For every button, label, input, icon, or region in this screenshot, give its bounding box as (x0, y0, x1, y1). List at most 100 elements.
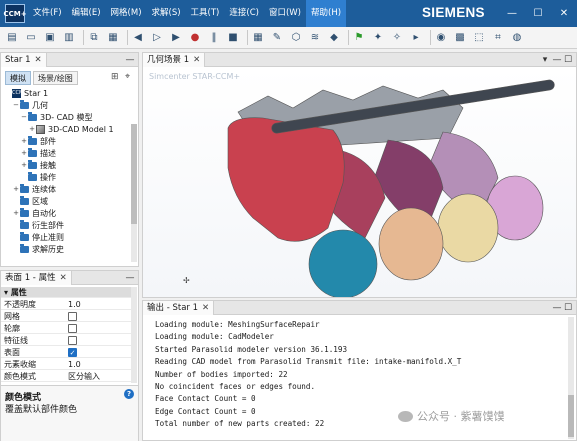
tree-node[interactable]: 求解历史 (12, 244, 64, 255)
flag-icon[interactable]: ⚑ (353, 31, 365, 44)
property-row[interactable]: 表面 ✓ (1, 347, 134, 358)
property-checkbox[interactable] (68, 336, 77, 345)
tree-expander-icon[interactable]: + (12, 208, 20, 219)
tree-expander-icon[interactable]: + (20, 136, 28, 147)
close-button[interactable]: ✕ (552, 0, 576, 27)
tab-simulation[interactable]: 模拟 (5, 71, 31, 85)
minimize-panel-icon[interactable]: — (552, 301, 562, 315)
property-row[interactable]: 特征线 (1, 335, 134, 346)
pause-icon[interactable]: ‖ (208, 31, 220, 44)
filter-icon[interactable]: ⊞ (111, 72, 119, 82)
minimize-button[interactable]: — (500, 0, 524, 27)
properties-panel-tab[interactable]: 表面 1 - 属性 ✕ (1, 271, 72, 285)
tree-node[interactable]: 区域 (12, 196, 48, 207)
tab-scenes-plots[interactable]: 场景/绘图 (33, 71, 78, 85)
tree-expander-icon[interactable]: + (20, 148, 28, 159)
minimize-panel-icon[interactable]: — (552, 53, 562, 67)
maximize-button[interactable]: ☐ (526, 0, 550, 27)
close-icon[interactable]: ✕ (202, 303, 209, 313)
tree-expander-icon[interactable]: − (12, 100, 20, 111)
select-icon[interactable]: ⬚ (473, 31, 485, 44)
property-checkbox[interactable] (68, 312, 77, 321)
property-checkbox[interactable]: ✓ (68, 348, 77, 357)
play-step-icon[interactable]: ▸ (410, 31, 422, 44)
tree-node[interactable]: − 几何 (12, 100, 48, 111)
tree-node[interactable]: + 连续体 (12, 184, 56, 195)
property-row[interactable]: 颜色模式 区分输入 (1, 371, 134, 382)
panel-menu-icon[interactable]: ▾ (540, 53, 550, 67)
render-icon[interactable]: ◍ (511, 31, 523, 44)
open-folder-icon[interactable]: ▭ (25, 31, 37, 44)
camera-icon[interactable]: ◉ (435, 31, 447, 44)
minimize-panel-icon[interactable]: — (125, 271, 135, 285)
tree-node[interactable]: 操作 (20, 172, 56, 183)
menu-item-5[interactable]: 连接(C) (224, 0, 264, 27)
property-row[interactable]: 网格 (1, 311, 134, 322)
tree-node[interactable]: +3D-CAD Model 1 (28, 124, 114, 135)
scene-tab[interactable]: 几何场景 1 ✕ (143, 53, 206, 67)
step-forward-icon[interactable]: ▷ (151, 31, 163, 44)
close-icon[interactable]: ✕ (193, 55, 200, 65)
tree-node[interactable]: + 部件 (20, 136, 56, 147)
pin-icon[interactable]: ⌖ (125, 72, 130, 82)
tree-node[interactable]: + 自动化 (12, 208, 56, 219)
run-fast-icon[interactable]: ✧ (391, 31, 403, 44)
menu-item-6[interactable]: 窗口(W) (264, 0, 306, 27)
maximize-panel-icon[interactable]: ☐ (563, 53, 573, 67)
tree-node[interactable]: + 接触 (20, 160, 56, 171)
properties-scrollbar[interactable] (131, 287, 137, 383)
save-icon[interactable]: ▣ (44, 31, 56, 44)
cad-icon[interactable]: ⬡ (290, 31, 302, 44)
fit-icon[interactable]: ⌗ (492, 31, 504, 44)
tree-node[interactable]: − 3D- CAD 模型 (20, 112, 92, 123)
property-group-header[interactable]: ▾ 属性 (1, 287, 134, 298)
layers-icon[interactable]: ≋ (309, 31, 321, 44)
minimize-panel-icon[interactable]: — (125, 53, 135, 67)
tree-node[interactable]: CCM Star 1 (4, 88, 48, 99)
menu-item-7[interactable]: 帮助(H) (306, 0, 347, 27)
record-icon[interactable]: ● (189, 31, 201, 44)
maximize-panel-icon[interactable]: ☐ (563, 301, 573, 315)
grid-icon[interactable]: ▩ (454, 31, 466, 44)
tree-node[interactable]: + 描述 (20, 148, 56, 159)
help-icon[interactable]: ? (124, 389, 134, 399)
output-tab[interactable]: 输出 - Star 1 ✕ (143, 301, 215, 315)
menu-item-2[interactable]: 网格(M) (106, 0, 147, 27)
tree-node[interactable]: 停止准则 (12, 232, 64, 243)
property-row[interactable]: 轮廓 (1, 323, 134, 334)
tree-expander-icon[interactable]: + (28, 124, 36, 135)
shapes-icon[interactable]: ◆ (328, 31, 340, 44)
menu-item-1[interactable]: 编辑(E) (67, 0, 106, 27)
paste-icon[interactable]: ▦ (107, 31, 119, 44)
property-row[interactable]: 不透明度 1.0 (1, 299, 134, 310)
copy-icon[interactable]: ⧉ (88, 31, 100, 44)
walk-icon[interactable]: ✦ (372, 31, 384, 44)
tree-expander-icon[interactable]: − (20, 112, 28, 123)
stop-icon[interactable]: ■ (227, 31, 239, 44)
step-back-icon[interactable]: ◀ (132, 31, 144, 44)
close-icon[interactable]: ✕ (60, 273, 67, 283)
menu-item-4[interactable]: 工具(T) (186, 0, 225, 27)
property-value[interactable]: 区分输入 (68, 371, 100, 382)
tree-scrollbar-thumb[interactable] (131, 124, 137, 224)
tree-node[interactable]: 衍生部件 (12, 220, 64, 231)
property-row[interactable]: 元素收缩 1.0 (1, 359, 134, 370)
tree-expander-icon[interactable]: + (20, 160, 28, 171)
new-file-icon[interactable]: ▤ (6, 31, 18, 44)
tree-panel-tab[interactable]: Star 1 ✕ (1, 53, 47, 67)
menu-item-0[interactable]: 文件(F) (28, 0, 67, 27)
property-value[interactable]: 1.0 (68, 299, 81, 310)
scene-viewport[interactable]: Simcenter STAR-CCM+ ✢ (143, 68, 576, 297)
property-value[interactable]: 1.0 (68, 359, 81, 370)
tree-scrollbar[interactable] (131, 124, 137, 262)
tree-expander-icon[interactable]: + (12, 184, 20, 195)
property-checkbox[interactable] (68, 324, 77, 333)
output-scrollbar[interactable] (568, 317, 574, 439)
repair-icon[interactable]: ✎ (271, 31, 283, 44)
save-as-icon[interactable]: ▥ (63, 31, 75, 44)
menu-item-3[interactable]: 求解(S) (147, 0, 186, 27)
close-icon[interactable]: ✕ (35, 55, 42, 65)
run-icon[interactable]: ▶ (170, 31, 182, 44)
mesh-icon[interactable]: ▦ (252, 31, 264, 44)
output-scrollbar-thumb[interactable] (568, 395, 574, 437)
